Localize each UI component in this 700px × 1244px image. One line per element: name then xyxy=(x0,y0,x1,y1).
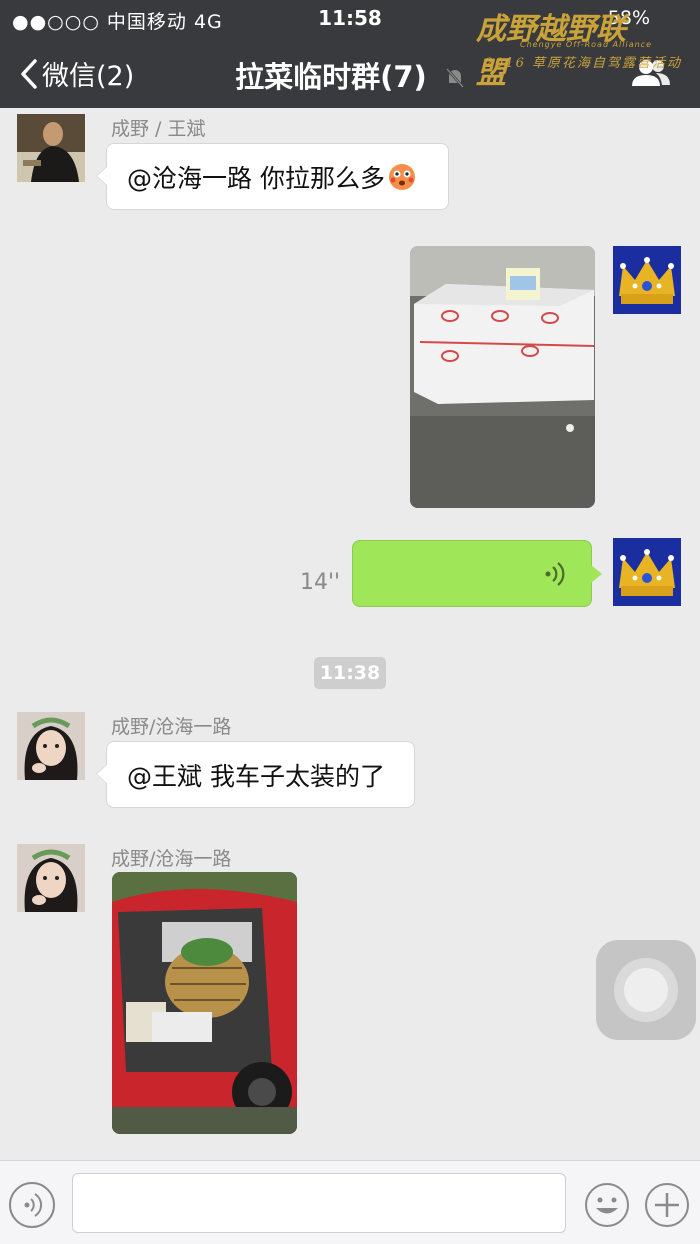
emoji-button[interactable] xyxy=(583,1181,631,1229)
assistive-touch-center xyxy=(624,968,668,1012)
voice-message-bubble[interactable] xyxy=(352,540,602,607)
chat-title-text: 拉菜临时群(7) xyxy=(235,60,427,94)
nav-bar: 微信(2) 拉菜临时群(7) xyxy=(0,40,700,106)
top-bar: ●●○○○ 中国移动 4G 11:58 58% 微信(2) 拉菜临时群(7) 成… xyxy=(0,0,700,108)
more-button[interactable] xyxy=(643,1181,691,1229)
message-bubble[interactable]: @沧海一路 你拉那么多 xyxy=(96,143,449,210)
avatar[interactable] xyxy=(613,538,681,606)
sender-name: 成野/沧海一路 xyxy=(111,716,232,738)
voice-duration: 14'' xyxy=(300,570,341,595)
plus-icon xyxy=(645,1183,689,1227)
voice-input-button[interactable] xyxy=(9,1182,55,1228)
input-bar xyxy=(0,1160,700,1244)
voice-input-icon xyxy=(24,1193,42,1217)
flushed-face-icon xyxy=(388,163,415,190)
message-text: @沧海一路 你拉那么多 xyxy=(127,163,385,193)
avatar[interactable] xyxy=(17,844,85,912)
message-text: @王斌 我车子太装的了 xyxy=(127,761,385,791)
avatar[interactable] xyxy=(613,246,681,314)
message-bubble[interactable]: @王斌 我车子太装的了 xyxy=(96,741,415,808)
mute-icon xyxy=(445,62,465,96)
sender-name: 成野/沧海一路 xyxy=(111,848,232,870)
image-message-box[interactable] xyxy=(410,246,595,508)
status-time: 11:58 xyxy=(318,6,382,30)
time-divider: 11:38 xyxy=(314,657,386,689)
avatar[interactable] xyxy=(17,114,85,182)
image-message-car[interactable] xyxy=(112,872,297,1134)
avatar[interactable] xyxy=(17,712,85,780)
message-input[interactable] xyxy=(72,1173,566,1233)
group-info-icon[interactable] xyxy=(630,58,672,92)
sender-name: 成野 / 王斌 xyxy=(111,118,206,140)
voice-wave-icon xyxy=(545,562,565,586)
status-bar: ●●○○○ 中国移动 4G 11:58 58% xyxy=(0,0,700,36)
assistive-touch-button[interactable] xyxy=(596,940,696,1040)
battery-level: 58% xyxy=(607,7,650,29)
emoji-icon xyxy=(585,1183,629,1227)
chat-title: 拉菜临时群(7) xyxy=(0,54,700,96)
